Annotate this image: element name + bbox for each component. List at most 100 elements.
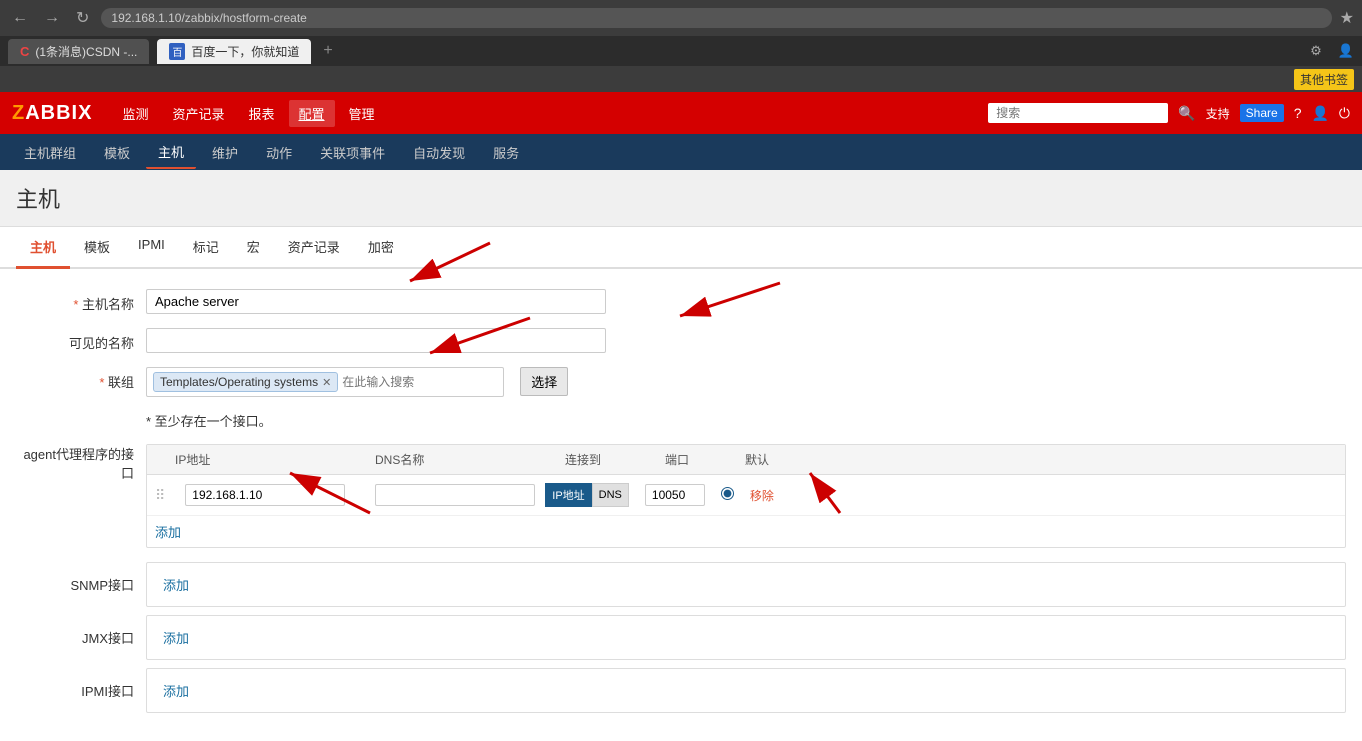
form-tab-tag[interactable]: 标记 bbox=[179, 227, 233, 269]
agent-table-wrapper: IP地址 DNS名称 连接到 端口 默认 ⠿ bbox=[146, 444, 1346, 548]
form-tab-host[interactable]: 主机 bbox=[16, 227, 70, 269]
form-tab-encrypt[interactable]: 加密 bbox=[354, 227, 408, 269]
agent-add-btn[interactable]: 添加 bbox=[147, 516, 189, 547]
other-bookmarks[interactable]: 其他书签 bbox=[1294, 69, 1354, 90]
browser-tab-2[interactable]: 百 百度一下，你就知道 bbox=[157, 39, 311, 64]
visible-name-row: 可见的名称 bbox=[16, 328, 1346, 353]
content-area: 主机 模板 IPMI 标记 宏 资产记录 加密 * 主机名称 bbox=[0, 227, 1362, 741]
group-select-btn[interactable]: 选择 bbox=[520, 367, 568, 396]
group-tag-label: Templates/Operating systems bbox=[160, 375, 318, 389]
user-icon[interactable]: 👤 bbox=[1311, 105, 1328, 122]
ip-cell bbox=[177, 482, 367, 508]
nav-manage[interactable]: 管理 bbox=[339, 100, 385, 127]
support-btn[interactable]: 支持 bbox=[1206, 105, 1230, 122]
group-field[interactable]: Templates/Operating systems ✕ bbox=[146, 367, 504, 397]
nav-config[interactable]: 配置 bbox=[289, 100, 335, 127]
group-search-input[interactable] bbox=[342, 375, 497, 389]
form-tab-macro[interactable]: 宏 bbox=[233, 227, 274, 269]
remove-cell: 移除 bbox=[742, 485, 782, 506]
jmx-section: JMX接口 添加 bbox=[16, 615, 1346, 660]
dns-cell bbox=[367, 482, 537, 508]
browser-tab-1[interactable]: C (1条消息)CSDN -... bbox=[8, 39, 149, 64]
nav-assets[interactable]: 资产记录 bbox=[162, 100, 234, 127]
ipmi-box: 添加 bbox=[146, 668, 1346, 713]
search-icon[interactable]: 🔍 bbox=[1178, 105, 1195, 122]
header-ip: IP地址 bbox=[147, 449, 367, 470]
nav-report[interactable]: 报表 bbox=[238, 100, 284, 127]
group-label: * 联组 bbox=[16, 367, 146, 391]
subnav-maintenance[interactable]: 维护 bbox=[200, 137, 250, 168]
sub-nav: 主机群组 模板 主机 维护 动作 关联项事件 自动发现 服务 bbox=[0, 134, 1362, 170]
required-star-group: * bbox=[99, 375, 104, 390]
header-connect: 连接到 bbox=[557, 449, 657, 470]
hostname-row: * 主机名称 bbox=[16, 289, 1346, 314]
help-icon[interactable]: ? bbox=[1294, 105, 1302, 121]
port-cell bbox=[637, 482, 713, 508]
header-dns: DNS名称 bbox=[367, 449, 557, 470]
agent-label: agent代理程序的接口 bbox=[16, 444, 146, 482]
snmp-section: SNMP接口 添加 bbox=[16, 562, 1346, 607]
bookmarks-bar: 其他书签 bbox=[0, 66, 1362, 92]
address-bar[interactable]: 192.168.1.10/zabbix/hostform-create bbox=[101, 8, 1331, 28]
ipmi-row: IPMI接口 添加 bbox=[16, 668, 1346, 713]
hostname-input[interactable] bbox=[146, 289, 606, 314]
tab-1-label: (1条消息)CSDN -... bbox=[35, 43, 137, 60]
minimize-icon[interactable]: ⚙ bbox=[1310, 43, 1322, 59]
port-input[interactable] bbox=[645, 484, 705, 506]
group-tag-remove[interactable]: ✕ bbox=[322, 376, 331, 389]
hostname-label: * 主机名称 bbox=[16, 289, 146, 313]
form-tab-asset[interactable]: 资产记录 bbox=[274, 227, 354, 269]
jmx-row: JMX接口 添加 bbox=[16, 615, 1346, 660]
agent-table-header: IP地址 DNS名称 连接到 端口 默认 bbox=[147, 445, 1345, 475]
default-radio[interactable] bbox=[721, 487, 734, 500]
group-control: Templates/Operating systems ✕ 选择 bbox=[146, 367, 606, 397]
power-icon[interactable]: ⏻ bbox=[1339, 105, 1350, 122]
subnav-action[interactable]: 动作 bbox=[254, 137, 304, 168]
snmp-add-btn[interactable]: 添加 bbox=[155, 569, 197, 600]
drag-handle[interactable]: ⠿ bbox=[147, 485, 173, 506]
forward-btn[interactable]: → bbox=[40, 7, 64, 29]
back-btn[interactable]: ← bbox=[8, 7, 32, 29]
conn-cell: IP地址 DNS bbox=[537, 481, 637, 509]
subnav-autodiscover[interactable]: 自动发现 bbox=[401, 137, 477, 168]
refresh-btn[interactable]: ↻ bbox=[72, 6, 93, 30]
jmx-add-btn[interactable]: 添加 bbox=[155, 622, 197, 653]
global-search-input[interactable] bbox=[988, 103, 1168, 123]
subnav-hostgroup[interactable]: 主机群组 bbox=[12, 137, 88, 168]
hostname-control bbox=[146, 289, 606, 314]
dns-input[interactable] bbox=[375, 484, 535, 506]
subnav-host[interactable]: 主机 bbox=[146, 136, 196, 169]
share-btn[interactable]: Share bbox=[1240, 104, 1284, 122]
group-tag: Templates/Operating systems ✕ bbox=[153, 372, 338, 392]
header-right: 🔍 支持 Share ? 👤 ⏻ bbox=[988, 103, 1350, 123]
remove-agent-btn[interactable]: 移除 bbox=[750, 489, 774, 503]
conn-dns-btn[interactable]: DNS bbox=[592, 483, 629, 507]
logo-z: Z bbox=[12, 102, 25, 124]
new-tab-btn[interactable]: + bbox=[323, 42, 332, 60]
agent-header-row: agent代理程序的接口 IP地址 DNS名称 连接到 端口 默认 ⠿ bbox=[16, 444, 1346, 548]
support-label: 支持 bbox=[1206, 105, 1230, 122]
share-label: Share bbox=[1240, 104, 1284, 122]
ipmi-label: IPMI接口 bbox=[16, 681, 146, 700]
nav-monitor[interactable]: 监测 bbox=[112, 100, 158, 127]
ip-input[interactable] bbox=[185, 484, 345, 506]
visible-name-input[interactable] bbox=[146, 328, 606, 353]
form-body: * 主机名称 可见的名称 * 联组 bbox=[0, 269, 1362, 741]
snmp-row: SNMP接口 添加 bbox=[16, 562, 1346, 607]
agent-interface-section: agent代理程序的接口 IP地址 DNS名称 连接到 端口 默认 ⠿ bbox=[16, 444, 1346, 548]
page-title: 主机 bbox=[16, 182, 1346, 214]
subnav-event[interactable]: 关联项事件 bbox=[308, 137, 397, 168]
form-tab-template[interactable]: 模板 bbox=[70, 227, 124, 269]
person-icon[interactable]: 👤 bbox=[1338, 43, 1354, 59]
form-tab-ipmi[interactable]: IPMI bbox=[124, 227, 179, 269]
browser-tab-bar: C (1条消息)CSDN -... 百 百度一下，你就知道 + ⚙ 👤 bbox=[0, 36, 1362, 66]
header-port: 端口 bbox=[657, 449, 737, 470]
zabbix-header: ZABBIX 监测 资产记录 报表 配置 管理 🔍 支持 Share ? 👤 ⏻ bbox=[0, 92, 1362, 134]
form-tab-strip: 主机 模板 IPMI 标记 宏 资产记录 加密 bbox=[0, 227, 1362, 269]
subnav-service[interactable]: 服务 bbox=[481, 137, 531, 168]
ipmi-add-btn[interactable]: 添加 bbox=[155, 675, 197, 706]
subnav-template[interactable]: 模板 bbox=[92, 137, 142, 168]
page-title-bar: 主机 bbox=[0, 170, 1362, 227]
star-icon[interactable]: ★ bbox=[1340, 8, 1354, 28]
conn-ip-btn[interactable]: IP地址 bbox=[545, 483, 591, 507]
